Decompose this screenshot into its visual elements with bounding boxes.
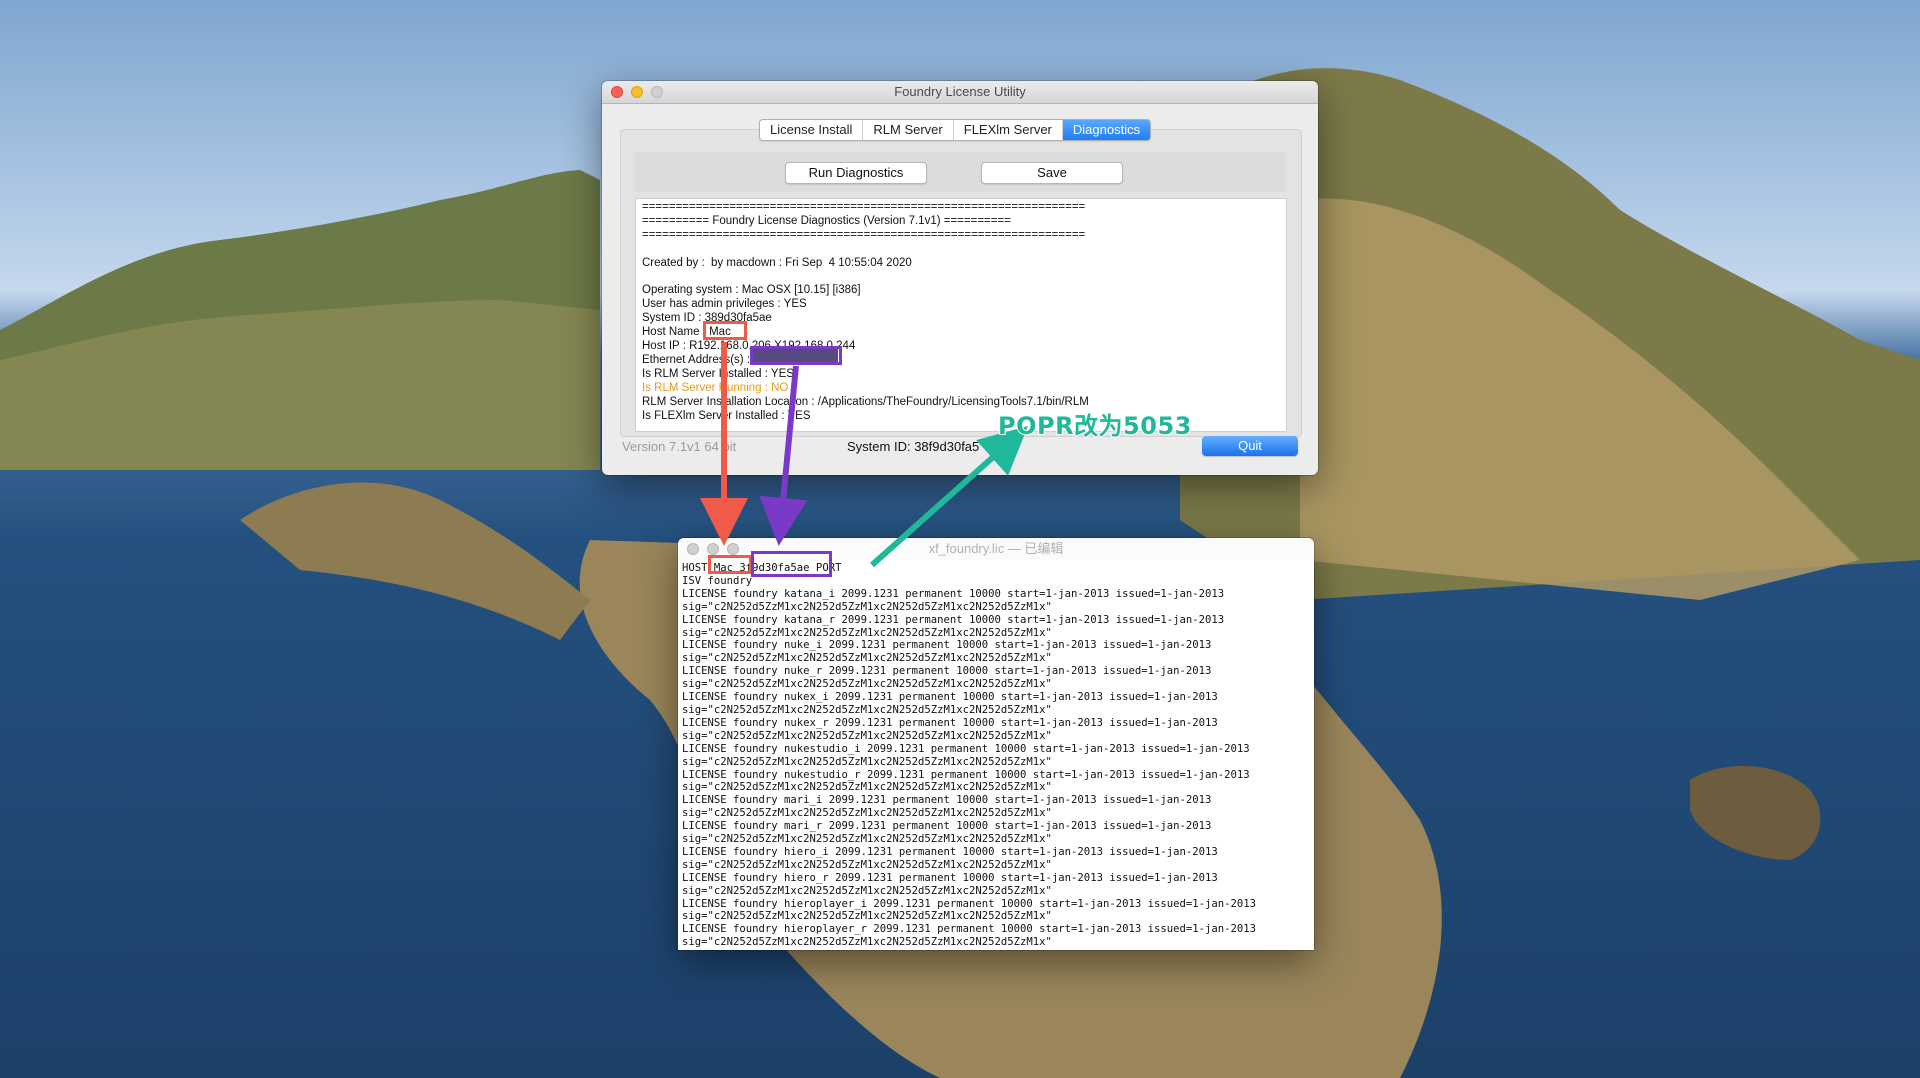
editor-traffic-lights <box>687 543 739 555</box>
editor-title: xf_foundry.lic — 已编辑 <box>928 541 1064 556</box>
diagnostics-panel: Run Diagnostics Save ===================… <box>620 129 1302 437</box>
window-titlebar[interactable]: Foundry License Utility <box>602 81 1318 104</box>
license-line: LICENSE foundry katana_r 2099.1231 perma… <box>682 613 1225 626</box>
host-id-highlight <box>751 551 832 577</box>
foundry-license-utility-window: Foundry License Utility Run Diagnostics … <box>602 81 1318 475</box>
license-line: LICENSE foundry mari_i 2099.1231 permane… <box>682 794 1212 807</box>
license-line: LICENSE foundry nukex_i 2099.1231 perman… <box>682 691 1218 704</box>
diagnostic-line: ========================================… <box>642 228 1086 241</box>
host-mac-highlight <box>708 555 752 574</box>
system-id-footer: System ID: 38f9d30fa5 <box>847 439 979 454</box>
diagnostic-line: Is RLM Server Installed : YES <box>642 367 794 380</box>
tab-rlm-server[interactable]: RLM Server <box>863 120 954 140</box>
license-line: sig="c2N252d5ZzM1xc2N252d5ZzM1xc2N252d5Z… <box>682 678 1052 691</box>
license-line: sig="c2N252d5ZzM1xc2N252d5ZzM1xc2N252d5Z… <box>682 858 1052 871</box>
license-line: LICENSE foundry nuke_i 2099.1231 permane… <box>682 639 1212 652</box>
license-line: sig="c2N252d5ZzM1xc2N252d5ZzM1xc2N252d5Z… <box>682 729 1052 742</box>
tab-diagnostics[interactable]: Diagnostics <box>1062 120 1151 140</box>
license-line: sig="c2N252d5ZzM1xc2N252d5ZzM1xc2N252d5Z… <box>682 703 1052 716</box>
editor-minimize-button[interactable] <box>707 543 719 555</box>
license-line: LICENSE foundry nukex_r 2099.1231 perman… <box>682 716 1218 729</box>
diagnostic-line <box>642 243 1280 257</box>
diagnostic-line: ========================================… <box>642 201 1086 213</box>
diagnostics-text: ========================================… <box>636 199 1286 426</box>
license-line: LICENSE foundry katana_i 2099.1231 perma… <box>682 587 1225 600</box>
diagnostic-line: ========== Foundry License Diagnostics (… <box>642 214 1011 227</box>
system-id-label: System ID: <box>847 439 911 454</box>
tab-bar: License Install RLM Server FLEXlm Server… <box>759 119 1152 141</box>
license-line: LICENSE foundry hiero_i 2099.1231 perman… <box>682 845 1218 858</box>
license-line: sig="c2N252d5ZzM1xc2N252d5ZzM1xc2N252d5Z… <box>682 755 1052 768</box>
editor-zoom-button[interactable] <box>727 543 739 555</box>
license-line: sig="c2N252d5ZzM1xc2N252d5ZzM1xc2N252d5Z… <box>682 833 1052 846</box>
license-line: sig="c2N252d5ZzM1xc2N252d5ZzM1xc2N252d5Z… <box>682 936 1052 949</box>
version-label: Version 7.1v1 64 bit <box>622 439 737 454</box>
diagnostic-line <box>642 271 1280 285</box>
license-line: sig="c2N252d5ZzM1xc2N252d5ZzM1xc2N252d5Z… <box>682 781 1052 794</box>
editor-close-button[interactable] <box>687 543 699 555</box>
quit-button[interactable]: Quit <box>1202 436 1298 456</box>
license-line: sig="c2N252d5ZzM1xc2N252d5ZzM1xc2N252d5Z… <box>682 600 1052 613</box>
license-line: LICENSE foundry hiero_r 2099.1231 perman… <box>682 871 1218 884</box>
diagnostic-line: Operating system : Mac OSX [10.15] [i386… <box>642 284 861 297</box>
zoom-window-button[interactable] <box>651 86 663 98</box>
save-button[interactable]: Save <box>981 162 1123 184</box>
license-line: LICENSE foundry nukestudio_i 2099.1231 p… <box>682 742 1250 755</box>
close-window-button[interactable] <box>611 86 623 98</box>
license-line: sig="c2N252d5ZzM1xc2N252d5ZzM1xc2N252d5Z… <box>682 626 1052 639</box>
minimize-window-button[interactable] <box>631 86 643 98</box>
diagnostic-line: Host IP : R192.168.0.206 X192.168.0.244 <box>642 340 856 353</box>
host-name-highlight <box>703 321 747 340</box>
tab-flexlm-server[interactable]: FLEXlm Server <box>954 120 1063 140</box>
diagnostics-toolbar: Run Diagnostics Save <box>635 152 1285 192</box>
license-line: LICENSE foundry hieroplayer_r 2099.1231 … <box>682 923 1257 936</box>
ethernet-highlight <box>750 346 842 365</box>
license-file-text[interactable]: HOST Mac 3f9d30fa5ae PORT ISV foundry LICE… <box>678 560 1314 950</box>
license-line: sig="c2N252d5ZzM1xc2N252d5ZzM1xc2N252d5Z… <box>682 807 1052 820</box>
traffic-lights <box>611 86 663 98</box>
license-line: sig="c2N252d5ZzM1xc2N252d5ZzM1xc2N252d5Z… <box>682 652 1052 665</box>
license-line: LICENSE foundry nukestudio_r 2099.1231 p… <box>682 768 1250 781</box>
license-line: sig="c2N252d5ZzM1xc2N252d5ZzM1xc2N252d5Z… <box>682 910 1052 923</box>
diagnostic-line: Is RLM Server Running : NO <box>642 381 789 394</box>
diagnostics-output[interactable]: ========================================… <box>635 198 1287 432</box>
tab-license-install[interactable]: License Install <box>760 120 864 140</box>
port-change-annotation: POPR改为5053 <box>997 411 1192 441</box>
diagnostic-line: Ethernet Address(s) : <box>642 353 751 366</box>
diagnostic-line: Created by : by macdown : Fri Sep 4 10:5… <box>642 256 912 269</box>
system-id-value: 38f9d30fa5 <box>914 439 980 454</box>
window-title: Foundry License Utility <box>894 84 1026 99</box>
license-line: LICENSE foundry nuke_r 2099.1231 permane… <box>682 665 1212 678</box>
run-diagnostics-button[interactable]: Run Diagnostics <box>785 162 927 184</box>
license-line: LICENSE foundry mari_r 2099.1231 permane… <box>682 820 1212 833</box>
license-line: LICENSE foundry hieroplayer_i 2099.1231 … <box>682 897 1257 910</box>
text-editor-window: xf_foundry.lic — 已编辑 HOST Mac 3f9d30fa5a… <box>678 538 1314 950</box>
diagnostic-line: User has admin privileges : YES <box>642 298 807 311</box>
license-line: sig="c2N252d5ZzM1xc2N252d5ZzM1xc2N252d5Z… <box>682 884 1052 897</box>
